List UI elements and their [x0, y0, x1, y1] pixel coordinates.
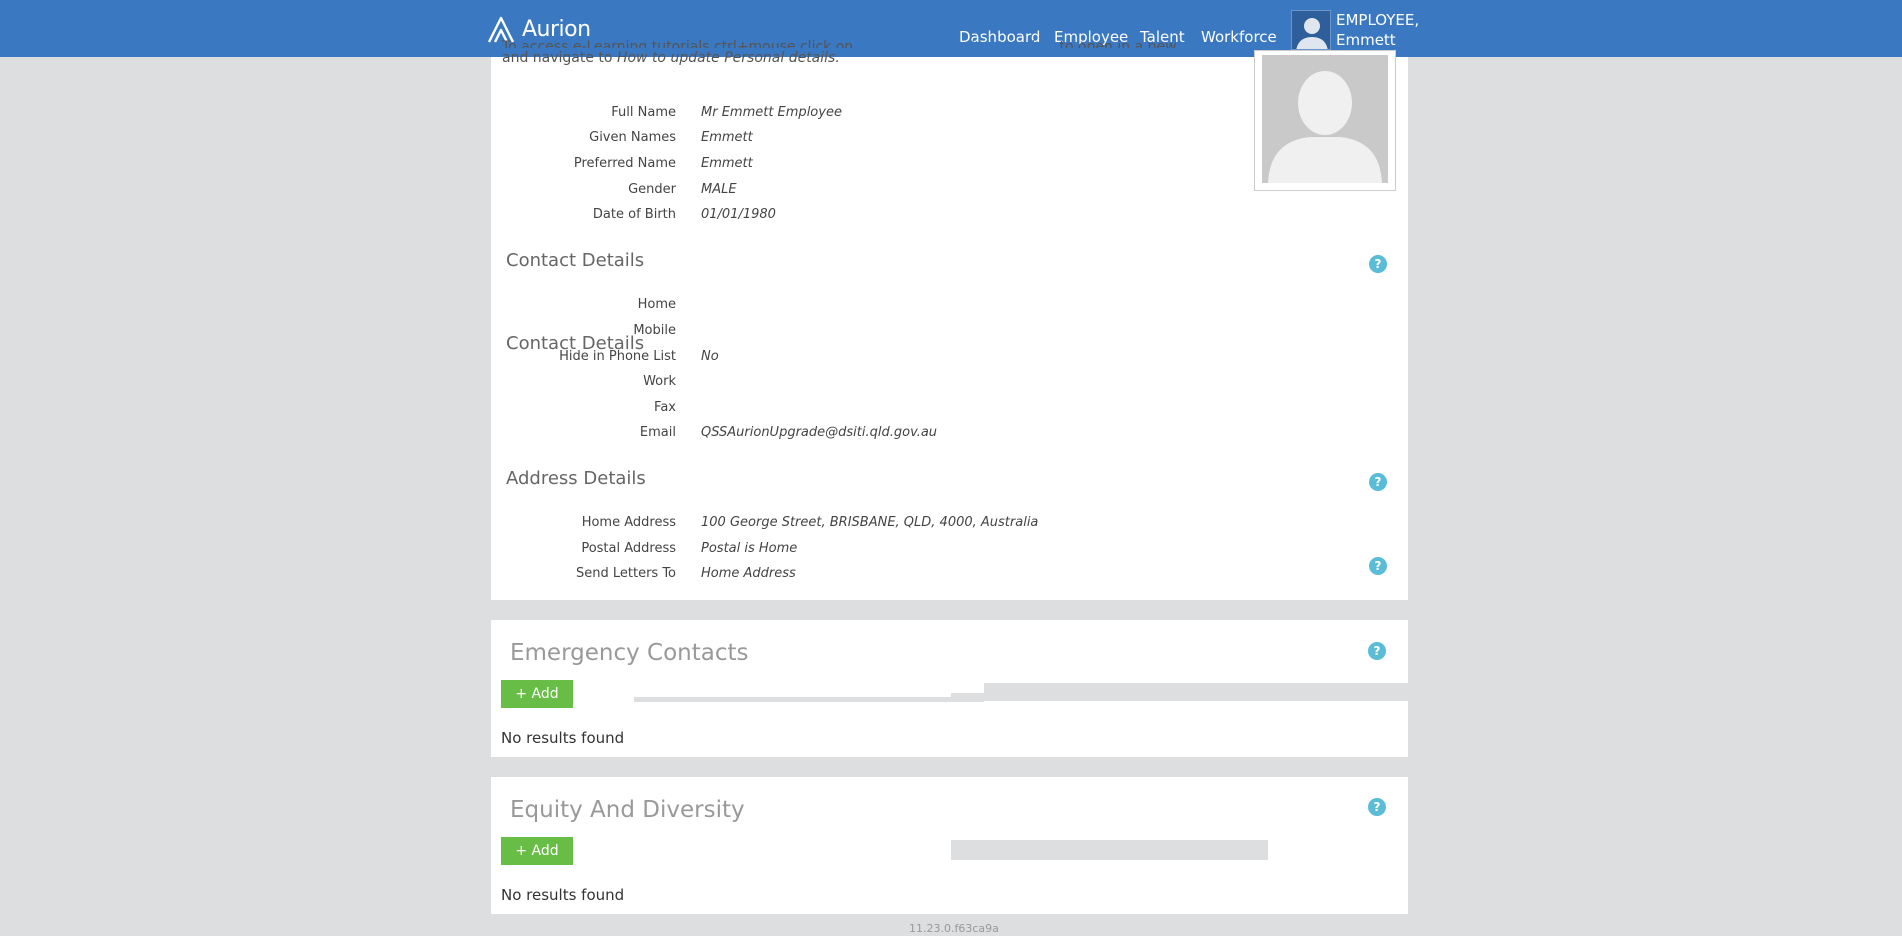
intro-line2-italic: How to update Personal details. [616, 50, 840, 66]
value-email: QSSAurionUpgrade@dsiti.qld.gov.au [701, 425, 938, 440]
value-postal-address: Postal is Home [701, 541, 798, 556]
emergency-no-results: No results found [501, 729, 625, 747]
nav-workforce-label[interactable]: Workforce [1201, 28, 1277, 46]
user-name-line1: EMPLOYEE, [1336, 11, 1420, 29]
intro-line1-prefix: To access e-Learning tutorials ctrl+mous… [502, 39, 858, 48]
user-name-line2: Emmett [1336, 31, 1396, 49]
value-send-letters-to: Home Address [701, 566, 796, 581]
label-email: Email [639, 425, 676, 440]
version-label: 11.23.0.f63ca9a [909, 922, 999, 935]
label-date-of-birth: Date of Birth [592, 207, 676, 222]
label-given-names: Given Names [589, 130, 676, 145]
label-fax: Fax [654, 400, 676, 415]
label-mobile: Mobile [633, 323, 676, 338]
address-send-help-icon[interactable]: ? [1369, 557, 1387, 575]
value-home-address: 100 George Street, BRISBANE, QLD, 4000, … [701, 515, 1039, 530]
user-name[interactable]: EMPLOYEE, Emmett [1336, 10, 1419, 50]
profile-photo [1254, 50, 1396, 191]
user-avatar-icon [1291, 10, 1331, 50]
address-details-title: Address Details [506, 468, 646, 489]
value-given-names: Emmett [701, 130, 753, 145]
value-preferred-name: Emmett [701, 156, 753, 171]
emergency-placeholder-step [951, 693, 985, 701]
nav-workforce[interactable]: Workforce [1201, 28, 1277, 46]
label-home-phone: Home [637, 297, 676, 312]
value-hide-phone-list: No [701, 349, 719, 364]
value-full-name: Mr Emmett Employee [701, 105, 842, 120]
intro-line2-prefix: and navigate to [502, 50, 617, 66]
contact-help-icon[interactable]: ? [1369, 255, 1387, 273]
label-full-name: Full Name [611, 105, 676, 120]
person-placeholder-icon [1262, 55, 1388, 183]
label-postal-address: Postal Address [581, 541, 676, 556]
label-work-phone: Work [643, 374, 676, 389]
label-home-address: Home Address [581, 515, 676, 530]
equity-placeholder-block [951, 840, 1268, 860]
equity-help-icon[interactable]: ? [1368, 798, 1386, 816]
emergency-add-button[interactable]: + Add [501, 680, 573, 708]
contact-details-title: Contact Details [506, 250, 645, 271]
intro-text: To access e-Learning tutorials ctrl+mous… [502, 39, 1202, 69]
emergency-placeholder-bar [634, 697, 984, 702]
address-help-icon[interactable]: ? [1369, 473, 1387, 491]
value-date-of-birth: 01/01/1980 [701, 207, 776, 222]
value-gender: MALE [701, 182, 737, 197]
label-send-letters-to: Send Letters To [575, 566, 676, 581]
equity-diversity-title: Equity And Diversity [510, 797, 745, 823]
emergency-contacts-title: Emergency Contacts [510, 640, 749, 666]
user-menu[interactable]: EMPLOYEE, Emmett [1291, 10, 1419, 50]
equity-no-results: No results found [501, 886, 625, 904]
equity-add-button[interactable]: + Add [501, 837, 573, 865]
label-gender: Gender [628, 182, 676, 197]
label-preferred-name: Preferred Name [573, 156, 676, 171]
label-hide-phone-list: Hide in Phone List [559, 349, 676, 364]
emergency-help-icon[interactable]: ? [1368, 642, 1386, 660]
tutorials-link[interactable]: General Navigation tutorials [858, 39, 1055, 48]
emergency-placeholder-block [984, 683, 1408, 701]
